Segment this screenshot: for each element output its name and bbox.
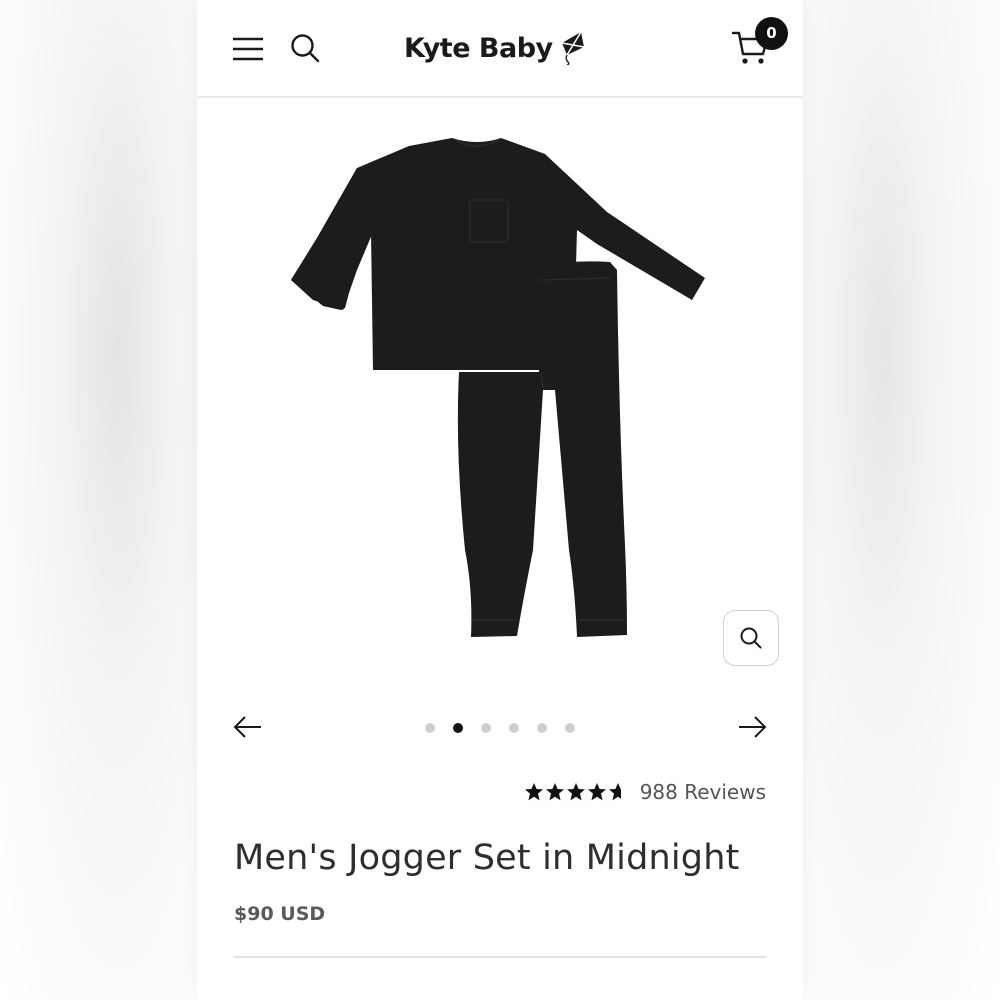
pagination-dot[interactable] — [425, 723, 435, 733]
pagination-dot[interactable] — [565, 723, 575, 733]
pagination-dot[interactable] — [537, 723, 547, 733]
site-header: Kyte Baby 0 — [197, 0, 803, 98]
star-half-icon — [608, 783, 621, 801]
product-price: $90 USD — [234, 903, 326, 925]
product-rating[interactable]: 988 Reviews — [524, 780, 766, 804]
product-title: Men's Jogger Set in Midnight — [234, 838, 740, 878]
product-image[interactable] — [277, 120, 717, 650]
blurred-backdrop-left — [0, 0, 197, 1000]
review-count-link[interactable]: 988 Reviews — [640, 780, 766, 804]
star-icon — [566, 783, 585, 801]
phone-screen: Kyte Baby 0 988 Reviews Men's Jogger Set… — [197, 0, 803, 1000]
star-icon — [587, 783, 606, 801]
brand-logo[interactable]: Kyte Baby — [404, 28, 585, 68]
cart-count-badge: 0 — [755, 17, 788, 50]
divider — [234, 956, 766, 958]
gallery-pagination — [425, 723, 575, 733]
pagination-dot-active[interactable] — [453, 723, 463, 733]
zoom-button[interactable] — [723, 610, 779, 666]
zoom-icon — [740, 627, 762, 649]
menu-icon[interactable] — [233, 37, 263, 61]
pagination-dot[interactable] — [481, 723, 491, 733]
brand-name: Kyte Baby — [404, 32, 553, 64]
star-rating — [524, 782, 628, 802]
star-icon — [524, 783, 543, 801]
blurred-backdrop-right — [803, 0, 1000, 1000]
pagination-dot[interactable] — [509, 723, 519, 733]
arrow-left-icon[interactable] — [233, 714, 263, 740]
kite-logo-icon — [561, 31, 584, 65]
search-icon[interactable] — [290, 33, 320, 63]
star-icon — [545, 783, 564, 801]
arrow-right-icon[interactable] — [737, 714, 767, 740]
